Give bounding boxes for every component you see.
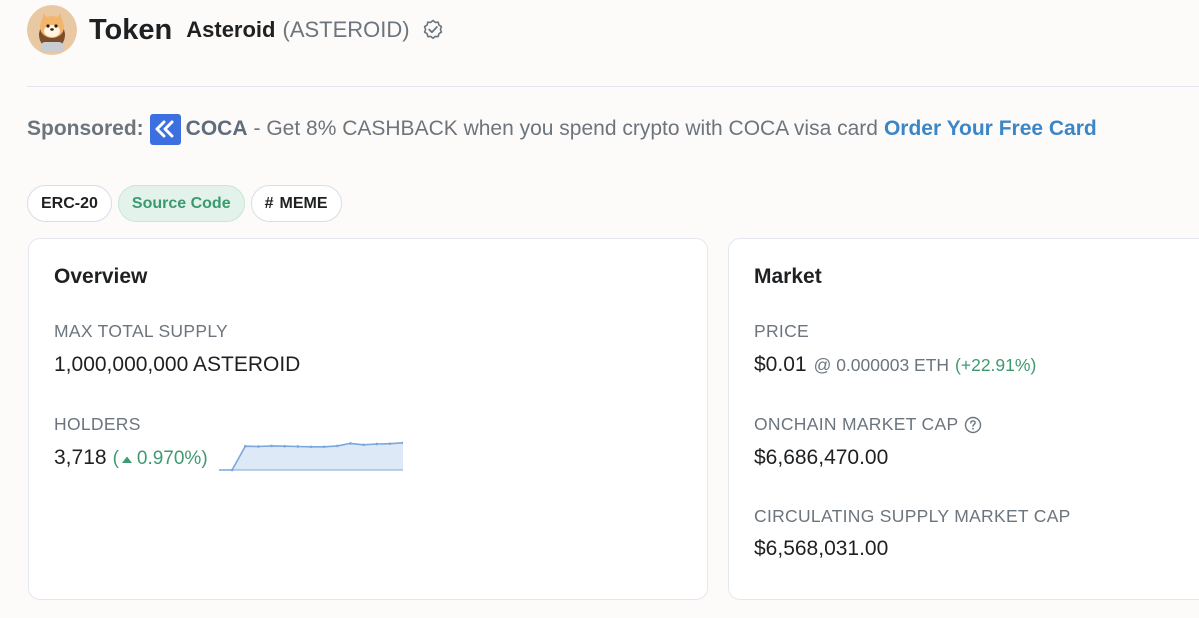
hash-icon: # xyxy=(264,194,274,212)
coca-logo-icon xyxy=(149,113,181,145)
sparkline-point xyxy=(349,442,352,445)
holders-change: ( 0.970%) xyxy=(112,448,208,470)
sponsored-text: - Get 8% CASHBACK when you spend crypto … xyxy=(253,117,878,140)
overview-card: Overview MAX TOTAL SUPPLY 1,000,000,000 … xyxy=(28,238,708,600)
sparkline-point xyxy=(388,442,392,445)
token-avatar xyxy=(27,5,77,55)
token-name: Asteroid xyxy=(186,17,276,42)
page-title: Token xyxy=(89,13,173,46)
onchain-cap-value: $6,686,470.00 xyxy=(754,446,889,469)
erc20-badge[interactable]: ERC-20 xyxy=(27,185,112,222)
price-value: $0.01 xyxy=(754,353,807,376)
sponsored-label: Sponsored: xyxy=(27,117,144,140)
max-supply-value: 1,000,000,000 ASTEROID xyxy=(54,353,301,376)
price-row: $0.01 @ 0.000003 ETH (+22.91%) xyxy=(754,353,1036,377)
circ-cap-value: $6,568,031.00 xyxy=(754,537,889,560)
market-title: Market xyxy=(754,265,822,288)
token-header: Token Asteroid (ASTEROID) xyxy=(27,5,444,55)
price-eth: @ 0.000003 ETH xyxy=(813,355,950,375)
sparkline-point xyxy=(243,444,247,448)
token-tags: ERC-20 Source Code # MEME xyxy=(27,185,342,222)
sparkline-point xyxy=(283,444,287,448)
meme-tag-label: MEME xyxy=(279,194,328,212)
sparkline-point xyxy=(309,445,313,449)
meme-tag-badge[interactable]: # MEME xyxy=(250,185,342,222)
sponsor-brand: COCA xyxy=(185,117,248,140)
sparkline-point xyxy=(296,445,300,448)
price-change: (+22.91%) xyxy=(955,355,1037,375)
token-symbol: (ASTEROID) xyxy=(282,17,410,42)
source-code-badge[interactable]: Source Code xyxy=(117,185,245,222)
question-circle-icon[interactable] xyxy=(964,416,982,434)
holders-value: 3,718 xyxy=(54,446,107,469)
onchain-cap-label: ONCHAIN MARKET CAP xyxy=(754,414,959,434)
overview-title: Overview xyxy=(54,265,148,288)
circ-cap-label: CIRCULATING SUPPLY MARKET CAP xyxy=(754,506,1071,526)
holders-row: 3,718 ( 0.970%) xyxy=(54,446,208,470)
sparkline-point xyxy=(270,444,273,448)
holders-sparkline xyxy=(219,441,403,472)
market-card: Market PRICE $0.01 @ 0.000003 ETH (+22.9… xyxy=(728,238,1199,600)
sparkline-point xyxy=(257,445,260,448)
price-label: PRICE xyxy=(754,321,809,341)
order-card-link[interactable]: Order Your Free Card xyxy=(884,117,1097,141)
sponsored-banner: Sponsored: COCA - Get 8% CASHBACK when y… xyxy=(27,112,1097,146)
sparkline-point xyxy=(375,442,379,446)
sparkline-point xyxy=(362,443,365,447)
max-supply-label: MAX TOTAL SUPPLY xyxy=(54,321,229,341)
sparkline-point xyxy=(322,445,326,449)
verified-check-icon xyxy=(422,19,444,41)
header-divider xyxy=(27,86,1199,87)
sparkline-point xyxy=(335,444,339,448)
holders-label: HOLDERS xyxy=(54,414,141,434)
onchain-cap-label-row: ONCHAIN MARKET CAP xyxy=(754,414,982,435)
up-triangle-icon xyxy=(121,448,133,470)
